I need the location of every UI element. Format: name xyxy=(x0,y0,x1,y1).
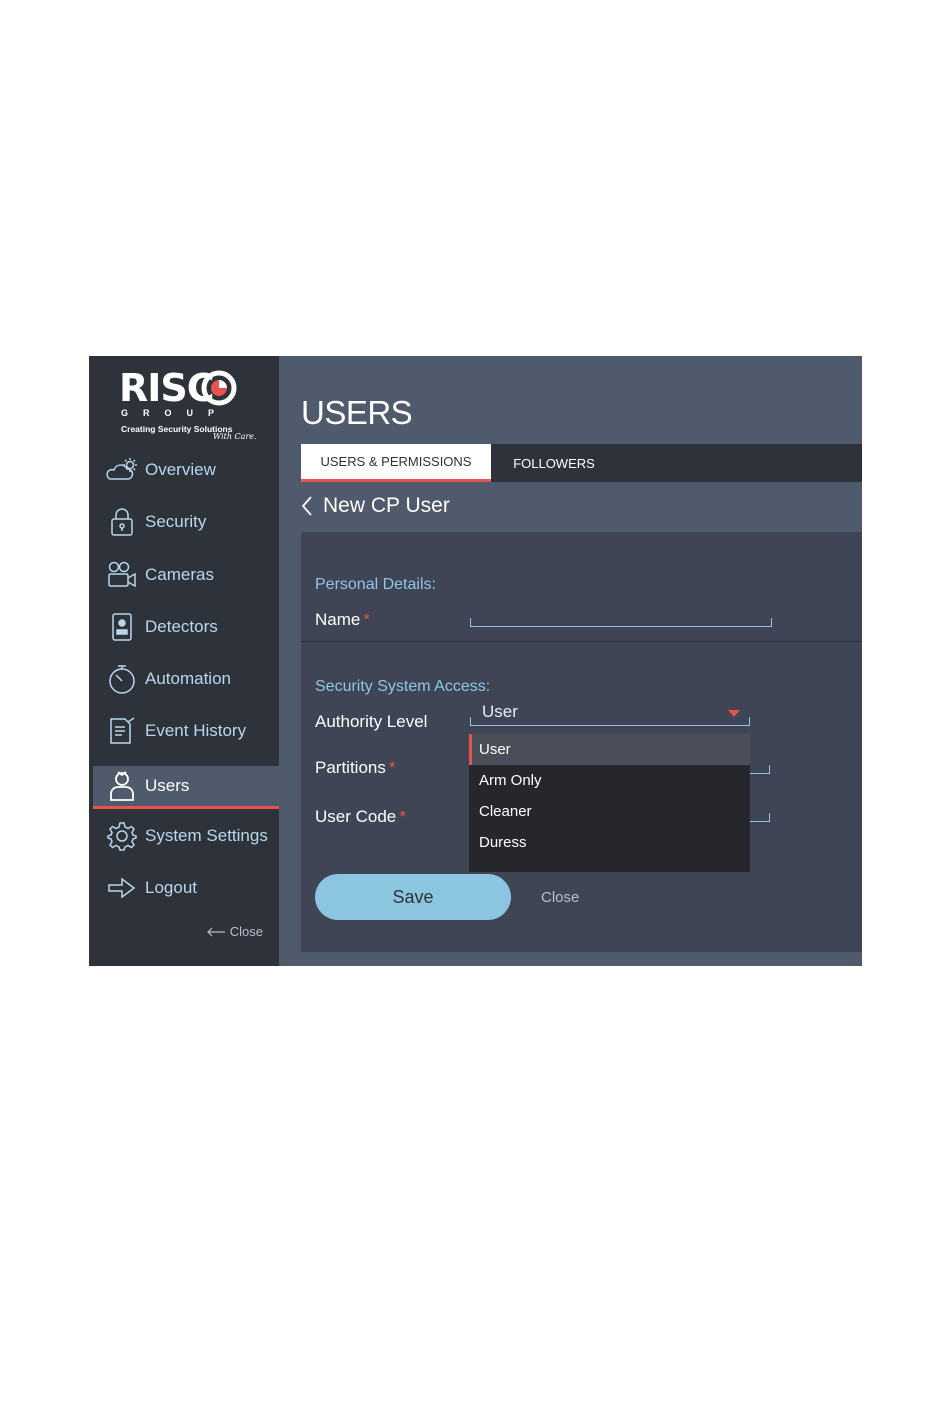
sidebar-item-overview[interactable]: Overview xyxy=(93,450,279,490)
sidebar-item-label: Users xyxy=(145,776,190,795)
logout-icon xyxy=(101,875,143,901)
user-icon xyxy=(101,770,143,802)
partitions-label-text: Partitions xyxy=(315,758,386,777)
gear-icon xyxy=(101,821,143,851)
subheader: New CP User xyxy=(301,488,450,524)
divider xyxy=(301,641,862,642)
sidebar-item-label: Automation xyxy=(145,669,231,688)
sidebar-item-label: Overview xyxy=(145,460,216,479)
partitions-label: Partitions * xyxy=(315,758,396,778)
subheader-title: New CP User xyxy=(323,494,450,517)
page-title: USERS xyxy=(301,394,413,431)
dropdown-option-arm-only[interactable]: Arm Only xyxy=(469,765,750,796)
dropdown-option-duress[interactable]: Duress xyxy=(469,827,750,858)
name-label: Name * xyxy=(315,610,370,630)
dropdown-option-user[interactable]: User xyxy=(469,734,750,765)
clock-icon xyxy=(101,663,143,695)
document-icon xyxy=(101,716,143,746)
tab-users-permissions[interactable]: USERS & PERMISSIONS xyxy=(301,444,491,482)
user-code-label: User Code * xyxy=(315,807,406,827)
personal-details-heading: Personal Details: xyxy=(315,576,436,593)
authority-level-select[interactable]: User xyxy=(470,700,750,728)
dropdown-option-cleaner[interactable]: Cleaner xyxy=(469,796,750,827)
required-mark: * xyxy=(388,758,396,777)
select-underline xyxy=(470,717,750,726)
camera-icon xyxy=(101,561,143,589)
security-access-heading: Security System Access: xyxy=(315,678,491,695)
lock-icon xyxy=(101,507,143,537)
app-window: RISC GROUP Creating Security Solutions W… xyxy=(89,356,862,966)
caret-down-icon[interactable] xyxy=(728,710,740,717)
brand-name: RISC xyxy=(119,366,215,410)
sidebar-item-security[interactable]: Security xyxy=(93,502,279,542)
sidebar-item-event-history[interactable]: Event History xyxy=(93,711,279,751)
name-field[interactable] xyxy=(470,618,772,627)
sidebar-item-system-settings[interactable]: System Settings xyxy=(93,816,279,856)
name-label-text: Name xyxy=(315,610,361,629)
sidebar-item-label: System Settings xyxy=(145,826,268,845)
detector-icon xyxy=(101,612,143,642)
sidebar-item-label: Detectors xyxy=(145,617,218,636)
sidebar-item-label: Cameras xyxy=(145,565,214,584)
sidebar-item-detectors[interactable]: Detectors xyxy=(93,607,279,647)
required-mark: * xyxy=(363,610,370,629)
close-button[interactable]: Close xyxy=(541,889,579,906)
sidebar-item-logout[interactable]: Logout xyxy=(93,868,279,908)
sidebar-item-label: Logout xyxy=(145,878,197,897)
sidebar-item-label: Security xyxy=(145,512,207,531)
tab-followers[interactable]: FOLLOWERS xyxy=(491,444,617,482)
authority-level-dropdown: User Arm Only Cleaner Duress xyxy=(469,734,750,872)
user-code-label-text: User Code xyxy=(315,807,397,826)
tab-bar: USERS & PERMISSIONS FOLLOWERS xyxy=(301,444,862,482)
brand-group: GROUP xyxy=(121,408,230,418)
brand-tagline-script: With Care. xyxy=(213,432,257,441)
sidebar: RISC GROUP Creating Security Solutions W… xyxy=(89,356,279,966)
save-button[interactable]: Save xyxy=(315,874,511,920)
sidebar-item-users[interactable]: Users xyxy=(93,766,279,809)
sidebar-item-automation[interactable]: Automation xyxy=(93,659,279,699)
sidebar-item-label: Event History xyxy=(145,721,247,740)
authority-level-label: Authority Level xyxy=(315,712,428,731)
sidebar-close-button[interactable]: Close xyxy=(206,924,263,939)
risco-logo: RISC GROUP Creating Security Solutions W… xyxy=(119,366,269,446)
brand-o-icon xyxy=(201,370,237,406)
arrow-left-icon xyxy=(206,927,225,936)
sidebar-close-label: Close xyxy=(229,924,263,939)
required-mark: * xyxy=(399,807,406,826)
cloud-sun-icon xyxy=(101,457,143,483)
sidebar-item-cameras[interactable]: Cameras xyxy=(93,555,279,595)
chevron-left-icon[interactable] xyxy=(301,495,313,517)
user-form-panel: Personal Details: Name * Security System … xyxy=(301,532,862,952)
